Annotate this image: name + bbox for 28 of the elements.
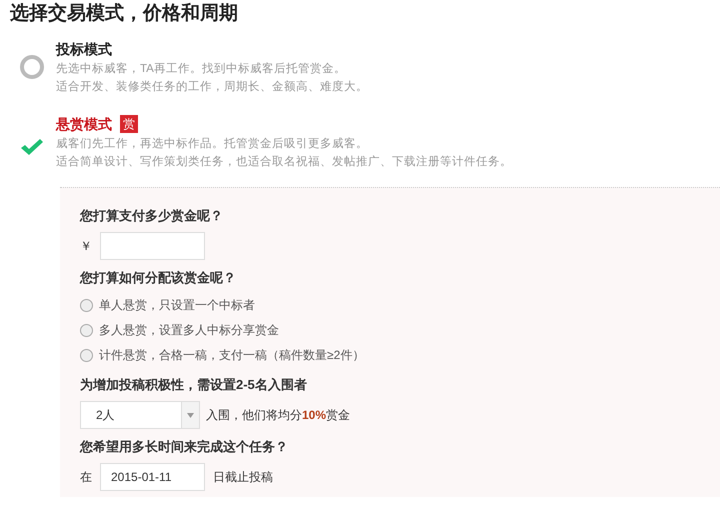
option-label: 单人悬赏，只设置一个中标者 bbox=[99, 297, 255, 314]
mode-title[interactable]: 悬赏模式 bbox=[56, 113, 112, 135]
radio-button[interactable] bbox=[20, 55, 44, 79]
option-label: 计件悬赏，合格一稿，支付一稿（稿件数量≥2件） bbox=[99, 347, 364, 364]
finalist-note: 入围，他们将均分10%赏金 bbox=[206, 407, 350, 424]
amount-field[interactable] bbox=[100, 232, 205, 260]
mode-description: 先选中标威客，TA再工作。找到中标威客后托管赏金。 bbox=[56, 61, 347, 77]
question-label: 您打算支付多少赏金呢？ bbox=[80, 207, 224, 225]
option-label: 多人悬赏，设置多人中标分享赏金 bbox=[99, 322, 279, 339]
radio-button[interactable] bbox=[80, 299, 93, 312]
deadline-suffix: 日截止投稿 bbox=[213, 469, 273, 486]
caret-icon bbox=[187, 412, 194, 418]
checkmark-icon[interactable] bbox=[20, 138, 44, 156]
question-label: 您打算如何分配该赏金呢？ bbox=[80, 269, 237, 287]
radio-button[interactable] bbox=[80, 324, 93, 337]
question-label: 您希望用多长时间来完成这个任务？ bbox=[80, 438, 289, 456]
reward-badge: 赏 bbox=[120, 115, 138, 133]
mode-title[interactable]: 投标模式 bbox=[56, 38, 112, 60]
question-label: 为增加投稿积极性，需设置2-5名入围者 bbox=[80, 376, 308, 394]
finalist-dropdown[interactable]: 2人 bbox=[80, 401, 200, 429]
date-field[interactable]: 2015-01-11 bbox=[100, 463, 205, 491]
mode-description: 适合开发、装修类任务的工作，周期长、金额高、难度大。 bbox=[56, 79, 368, 95]
radio-button[interactable] bbox=[80, 349, 93, 362]
mode-description: 适合简单设计、写作策划类任务，也适合取名祝福、发帖推广、下载注册等计件任务。 bbox=[56, 154, 512, 170]
currency-symbol: ￥ bbox=[80, 238, 92, 255]
deadline-prefix: 在 bbox=[80, 469, 92, 486]
page-title: 选择交易模式，价格和周期 bbox=[10, 2, 239, 26]
mode-description: 威客们先工作，再选中标作品。托管赏金后吸引更多威客。 bbox=[56, 136, 369, 152]
